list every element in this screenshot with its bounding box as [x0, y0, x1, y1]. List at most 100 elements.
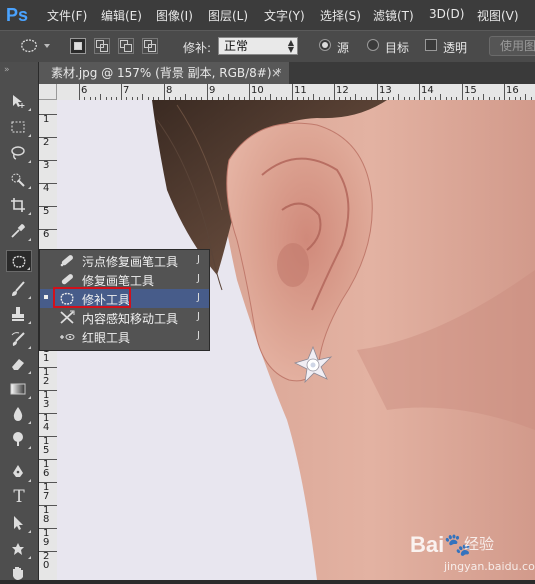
ruler-left-number: 2: [43, 137, 50, 148]
gradient-tool[interactable]: [6, 378, 32, 400]
shortcut-key: J: [197, 330, 200, 341]
move-icon: [13, 95, 25, 108]
ruler-left-number: 1 9: [43, 528, 50, 548]
ruler-top-number: 8: [166, 85, 173, 96]
menu-layer[interactable]: 图层(L): [208, 7, 248, 24]
select-arrows-icon: ▲ ▼: [287, 38, 294, 54]
dodge-tool[interactable]: [6, 428, 32, 450]
ruler-top-tick: [462, 84, 463, 100]
hand-icon: [13, 567, 23, 580]
gradient-icon: [10, 383, 26, 395]
close-tab-icon[interactable]: ×: [271, 62, 281, 84]
ruler-left-number: 3: [43, 160, 50, 171]
ruler-left-tick: [39, 183, 57, 184]
patch-mode-select[interactable]: 正常 ▲ ▼: [218, 37, 298, 55]
use-pattern-button[interactable]: 使用图: [489, 36, 535, 56]
ruler-left-tick: [39, 528, 57, 529]
current-tool-bullet: [44, 295, 48, 299]
crop-tool[interactable]: [6, 194, 32, 216]
ruler-left-number: 1 2: [43, 367, 50, 387]
shortcut-key: J: [197, 292, 200, 303]
rect-marquee-icon: [11, 121, 25, 133]
collapse-grip-icon[interactable]: »: [4, 65, 9, 75]
ruler-top-number: 14: [421, 85, 434, 96]
menu-filter[interactable]: 滤镜(T): [373, 7, 414, 24]
ruler-left-number: 1 5: [43, 436, 50, 456]
marquee-tool[interactable]: [6, 116, 32, 138]
selection-add-button[interactable]: [94, 38, 110, 54]
ruler-top-tick: [334, 84, 335, 100]
menu-bar: Ps 文件(F) 编辑(E) 图像(I) 图层(L) 文字(Y) 选择(S) 滤…: [0, 0, 535, 30]
blur-drop-icon: [13, 407, 23, 421]
hand-tool[interactable]: [6, 562, 32, 584]
lasso-icon: [11, 146, 25, 160]
ruler-left-number: 5: [43, 206, 50, 217]
baidu-logo-text: Bai🐾: [410, 532, 472, 557]
healing-tool-group[interactable]: [6, 250, 32, 272]
document-tab[interactable]: 素材.jpg @ 157% (背景 副本, RGB/8#) * ×: [39, 62, 289, 84]
patch-label: 修补:: [183, 41, 212, 55]
ruler-left-number: 1: [43, 114, 50, 125]
ruler-left-tick: [39, 436, 57, 437]
selection-new-button[interactable]: [70, 38, 86, 54]
menu-image[interactable]: 图像(I): [156, 7, 193, 24]
content-aware-move-menu-item[interactable]: 内容感知移动工具 J: [40, 308, 209, 327]
clone-stamp-tool[interactable]: [6, 303, 32, 325]
ruler-top-tick: [164, 84, 165, 100]
transparent-checkbox[interactable]: [425, 39, 437, 51]
ruler-top-tick: [377, 84, 378, 100]
eraser-tool[interactable]: [6, 353, 32, 375]
ruler-top-tick: [79, 84, 80, 100]
menu-edit[interactable]: 编辑(E): [101, 7, 142, 24]
blur-tool[interactable]: [6, 403, 32, 425]
crop-icon: [11, 198, 25, 212]
ruler-left-tick: [39, 206, 57, 207]
quick-selection-tool[interactable]: [6, 168, 32, 190]
target-label: 目标: [385, 41, 410, 55]
brush-tool[interactable]: [6, 278, 32, 300]
document-tab-bar: 素材.jpg @ 157% (背景 副本, RGB/8#) * ×: [39, 62, 535, 84]
type-tool-icon[interactable]: T: [6, 486, 32, 508]
eyedropper-tool[interactable]: [6, 220, 32, 242]
photoshop-logo: Ps: [6, 5, 29, 25]
menu-select[interactable]: 选择(S): [320, 7, 361, 24]
history-brush-tool[interactable]: [6, 328, 32, 350]
move-tool[interactable]: [6, 90, 32, 112]
ruler-left-number: 4: [43, 183, 50, 194]
source-label: 源: [337, 41, 350, 55]
ruler-left-tick: [39, 413, 57, 414]
document-title: 素材.jpg @ 157% (背景 副本, RGB/8#) *: [51, 66, 282, 80]
ruler-top-number: 7: [123, 85, 130, 96]
ruler-left-tick: [39, 505, 57, 506]
lasso-tool[interactable]: [6, 142, 32, 164]
tool-preset-caret-icon[interactable]: [44, 44, 50, 48]
ruler-origin[interactable]: [39, 84, 57, 100]
ruler-left-tick: [39, 551, 57, 552]
shape-tool[interactable]: [6, 538, 32, 560]
patch-tool-icon[interactable]: [18, 38, 40, 54]
target-radio[interactable]: [367, 39, 379, 51]
pen-tool[interactable]: [6, 461, 32, 483]
source-radio[interactable]: [319, 39, 331, 51]
ruler-left-number: 1 7: [43, 482, 50, 502]
selection-subtract-button[interactable]: [118, 38, 134, 54]
path-selection-tool[interactable]: [6, 512, 32, 534]
tools-panel: » T: [0, 62, 39, 580]
menu-view[interactable]: 视图(V): [477, 7, 519, 24]
horizontal-ruler[interactable]: 6 7 8 9 10 11 12 13 14 15 16: [57, 84, 535, 101]
transparent-label: 透明: [443, 41, 468, 55]
ruler-left-tick: [39, 459, 57, 460]
selection-intersect-button[interactable]: [142, 38, 158, 54]
shortcut-key: J: [197, 311, 200, 322]
ruler-top-number: 15: [464, 85, 477, 96]
ruler-left-tick: [39, 137, 57, 138]
content-aware-move-label: 内容感知移动工具: [82, 312, 179, 326]
menu-file[interactable]: 文件(F): [47, 7, 87, 24]
menu-3d[interactable]: 3D(D): [429, 7, 464, 21]
red-eye-menu-item[interactable]: 红眼工具 J: [40, 327, 209, 346]
ruler-top-number: 9: [209, 85, 216, 96]
menu-type[interactable]: 文字(Y): [264, 7, 305, 24]
quick-selection-icon: [11, 173, 25, 187]
spot-healing-brush-menu-item[interactable]: 污点修复画笔工具 J: [40, 251, 209, 270]
ruler-left-number: 6: [43, 229, 50, 240]
